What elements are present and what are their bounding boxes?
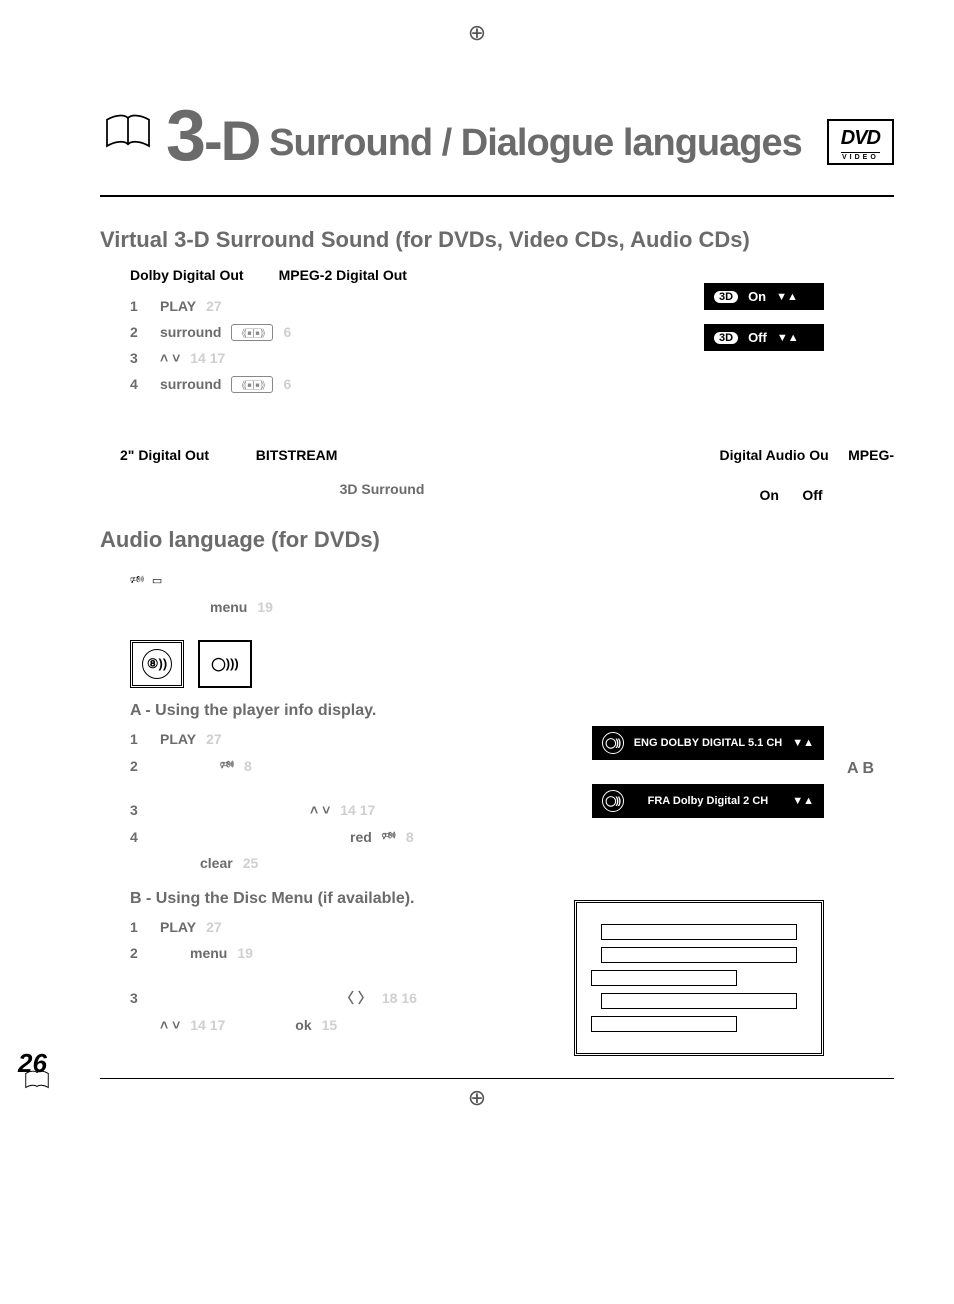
surround-speaker-icon: 《▣▣》 <box>231 376 273 393</box>
3d-icon: 3D <box>714 291 738 303</box>
device-icon-8: ⑧)) <box>130 640 184 688</box>
corner-book-icon <box>20 1065 54 1101</box>
digital-out-labels: Dolby Digital Out MPEG-2 Digital Out <box>130 267 894 283</box>
left-right-arrows-icon: 〈 〉 <box>340 988 372 1008</box>
crop-mark-bottom: ⊕ <box>468 1085 486 1111</box>
title-prefix: 3-D <box>166 108 259 173</box>
3d-icon: 3D <box>714 332 738 344</box>
up-down-arrows-icon: ˄ ˅ <box>310 802 330 818</box>
osd-lang-fra: ◯)) FRA Dolby Digital 2 CH ▼▲ <box>592 784 824 818</box>
device-icon-sound: ◯))) <box>198 640 252 688</box>
osd-3d-on: 3D On ▼▲ <box>704 283 824 310</box>
book-icon <box>100 104 156 165</box>
device-icons: ⑧)) ◯))) <box>130 640 894 688</box>
footer-separator <box>100 1078 894 1079</box>
title-rest: Surround / Dialogue languages <box>269 122 802 165</box>
step-row: 4surround《▣▣》6 <box>130 371 894 397</box>
osd-3d-off: 3D Off ▼▲ <box>704 324 824 351</box>
up-down-arrows-icon: ˄ ˅ <box>160 1017 180 1033</box>
method-a-title: A - Using the player info display. <box>130 702 894 720</box>
tiny-icons-row: 🕬 ▭ <box>130 567 894 594</box>
sound-wave-icon: 🕬 <box>220 756 234 775</box>
header-separator <box>100 195 894 197</box>
sound-wave-icon: 🕬 <box>382 827 396 846</box>
sound-wave-icon: 🕬 <box>130 571 144 590</box>
section-audio-language-title: Audio language (for DVDs) <box>100 527 894 553</box>
subtitle-icon: ▭ <box>152 574 162 587</box>
note-block: 2" Digital Out BITSTREAM 3D Surround Dig… <box>120 447 894 497</box>
up-down-arrows-icon: ˄ ˅ <box>160 350 180 366</box>
page-header: 3-D Surround / Dialogue languages DVD VI… <box>100 100 894 165</box>
crop-mark-top: ⊕ <box>468 20 486 46</box>
disc-menu-illustration <box>574 900 824 1056</box>
sound-circle-icon: ◯)) <box>602 732 624 754</box>
sound-circle-icon: ◯)) <box>602 790 624 812</box>
surround-speaker-icon: 《▣▣》 <box>231 324 273 341</box>
section-virtual-3d-title: Virtual 3-D Surround Sound (for DVDs, Vi… <box>100 227 894 253</box>
dvd-video-logo: DVD VIDEO <box>827 119 894 165</box>
osd-lang-eng: ◯)) ENG DOLBY DIGITAL 5.1 CH ▼▲ <box>592 726 824 760</box>
step-row: clear25 <box>130 850 894 876</box>
